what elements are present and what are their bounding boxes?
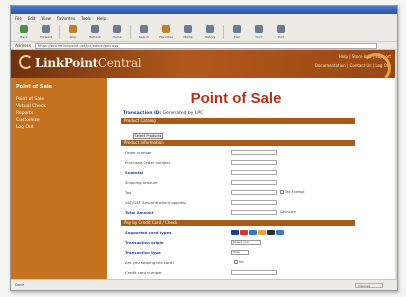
section-payment: Pay by Credit Card / Check: [121, 220, 355, 226]
swipe-card-row: Are you swiping the card? No: [125, 259, 244, 265]
transaction-type-row: Transaction type Sale: [121, 248, 355, 256]
main-content: Point of Sale Transaction ID: Generated …: [111, 78, 361, 280]
nav-item-reports[interactable]: Reports: [16, 110, 102, 117]
nav-item-customize[interactable]: Customize: [16, 117, 102, 124]
order-number-row: Order number: [121, 148, 355, 156]
printer-icon: [255, 24, 263, 33]
search-icon: [140, 24, 148, 33]
discover-card-icon: [258, 229, 266, 235]
select-products-button[interactable]: Select Products: [133, 133, 163, 139]
vertical-scrollbar[interactable]: [395, 50, 397, 280]
edit-icon: [277, 24, 285, 33]
favorites-button[interactable]: Favorites: [157, 23, 175, 41]
security-zone: Internet: [355, 283, 383, 288]
menu-view[interactable]: View: [41, 16, 51, 21]
subtotal-row: Subtotal: [121, 168, 355, 176]
menu-tools[interactable]: Tools: [81, 16, 91, 21]
visa-card-icon: [231, 229, 239, 235]
toolbar-divider: [59, 24, 60, 39]
browser-window: File Edit View Favorites Tools Help Back…: [10, 5, 398, 291]
star-icon: [162, 24, 170, 33]
tax-input[interactable]: [231, 189, 277, 195]
transaction-id: Transaction ID: Generated by LPC: [123, 111, 204, 116]
nav-item-log-out[interactable]: Log Out: [16, 124, 102, 131]
history-button[interactable]: History: [201, 23, 219, 41]
vat-input[interactable]: [231, 199, 277, 205]
po-number-input[interactable]: [231, 159, 277, 165]
refresh-button[interactable]: Refresh: [86, 23, 104, 41]
card-number-input[interactable]: [231, 269, 277, 275]
history-icon: [206, 24, 214, 33]
mastercard-icon: [240, 229, 248, 235]
diners-card-icon: [276, 229, 284, 235]
menu-help[interactable]: Help: [97, 16, 106, 21]
stop-button[interactable]: Stop: [64, 23, 82, 41]
menu-bar: File Edit View Favorites Tools Help: [11, 14, 397, 22]
nav-title: Point of Sale: [16, 84, 52, 90]
browser-toolbar: Back Forward Stop Refresh Home Search Fa…: [11, 22, 397, 42]
shipping-row: Shipping Amount: [121, 178, 355, 186]
site-logo[interactable]: LinkPointCentral: [35, 56, 142, 70]
refresh-icon: [91, 24, 99, 33]
card-number-row: Credit card number: [121, 268, 355, 276]
tax-exempt-checkbox[interactable]: [280, 190, 284, 194]
decorative-swirl-icon: [361, 53, 391, 83]
menu-file[interactable]: File: [15, 16, 22, 21]
mail-icon: [233, 24, 241, 33]
transaction-type-select[interactable]: Sale: [231, 249, 249, 255]
linkpoint-logo-icon: [19, 55, 33, 69]
media-button[interactable]: Media: [179, 23, 197, 41]
status-bar: Done Internet: [11, 279, 397, 290]
transaction-origin-select[interactable]: Select one: [231, 239, 261, 245]
media-icon: [184, 24, 192, 33]
toolbar-divider: [223, 24, 224, 39]
swipe-checkbox[interactable]: [234, 260, 238, 264]
home-button[interactable]: Home: [108, 23, 126, 41]
order-number-input[interactable]: [231, 149, 277, 155]
page-title: Point of Sale: [190, 90, 282, 107]
back-arrow-icon: [20, 24, 28, 33]
total-input[interactable]: [231, 209, 277, 215]
menu-edit[interactable]: Edit: [28, 16, 36, 21]
mail-button[interactable]: Mail: [228, 23, 246, 41]
title-bar: [11, 6, 397, 14]
card-types-row: Supported card types: [121, 228, 355, 236]
address-bar: Address https://secure.linkpoint.net/lpc…: [11, 42, 397, 50]
home-icon: [113, 24, 121, 33]
page-viewport: LinkPointCentral Help | Store Info | Sup…: [11, 50, 397, 280]
stop-icon: [69, 24, 77, 33]
jcb-card-icon: [267, 229, 275, 235]
print-button[interactable]: Print: [250, 23, 268, 41]
menu-favorites[interactable]: Favorites: [57, 16, 75, 21]
shipping-input[interactable]: [231, 179, 277, 185]
section-product-catalog: Product Catalog: [121, 118, 355, 124]
calculate-link[interactable]: Calculate: [280, 210, 296, 214]
section-product-information: Product Information: [121, 140, 355, 146]
tax-row: Tax Tax Exempt: [125, 189, 305, 195]
card-logos: [231, 229, 284, 235]
left-nav: Point of Sale Point of Sale Virtual Chec…: [11, 78, 107, 280]
nav-item-virtual-check[interactable]: Virtual Check: [16, 103, 102, 110]
forward-button[interactable]: Forward: [37, 23, 55, 41]
edit-button[interactable]: Edit: [272, 23, 290, 41]
search-button[interactable]: Search: [135, 23, 153, 41]
status-text: Done: [15, 283, 25, 287]
url-field[interactable]: https://secure.linkpoint.net/lpc/admin/p…: [34, 42, 377, 49]
total-row: Total Amount Calculate: [125, 209, 296, 215]
site-banner: LinkPointCentral Help | Store Info | Sup…: [11, 50, 397, 83]
forward-arrow-icon: [42, 24, 50, 33]
address-label: Address: [15, 43, 31, 48]
transaction-origin-row: Transaction origin Select one: [121, 238, 355, 246]
po-number-row: Purchase Order number: [121, 158, 355, 166]
amex-card-icon: [249, 229, 257, 235]
toolbar-divider: [130, 24, 131, 39]
back-button[interactable]: Back: [15, 23, 33, 41]
nav-item-point-of-sale[interactable]: Point of Sale: [16, 96, 102, 103]
subtotal-input[interactable]: [231, 169, 277, 175]
vat-row: VAT/GST Amount(where applies): [121, 198, 355, 206]
